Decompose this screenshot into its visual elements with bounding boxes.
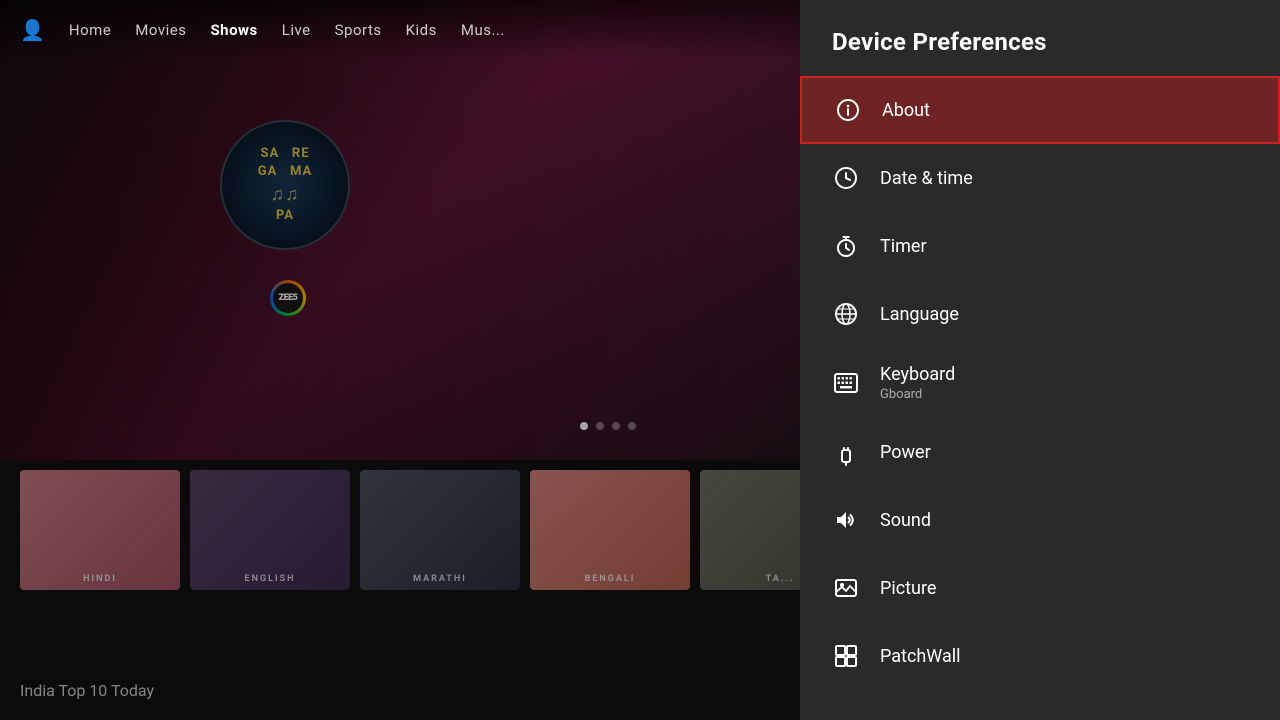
settings-item-language-label: Language bbox=[880, 304, 1248, 325]
settings-item-picture-label: Picture bbox=[880, 578, 1248, 599]
thumb-ta[interactable]: TA... bbox=[700, 470, 800, 590]
clock-icon bbox=[832, 164, 860, 192]
settings-item-patchwall-text: PatchWall bbox=[880, 646, 1248, 667]
carousel-dot-3[interactable] bbox=[612, 422, 620, 430]
navbar: 👤 Home Movies Shows Live Sports Kids Mus… bbox=[0, 0, 800, 60]
logo-line2: GA MA bbox=[258, 163, 313, 181]
settings-item-language-text: Language bbox=[880, 304, 1248, 325]
hero-logo: SA RE GA MA ♫♫ PA bbox=[220, 120, 350, 250]
settings-item-timer-text: Timer bbox=[880, 236, 1248, 257]
settings-item-datetime[interactable]: Date & time bbox=[800, 144, 1280, 212]
nav-sports[interactable]: Sports bbox=[335, 21, 382, 39]
zee5-badge: ZEE5 bbox=[270, 280, 306, 316]
thumb-marathi-label: MARATHI bbox=[360, 574, 520, 584]
settings-item-sound-label: Sound bbox=[880, 510, 1248, 531]
nav-shows[interactable]: Shows bbox=[210, 21, 257, 39]
carousel-dot-2[interactable] bbox=[596, 422, 604, 430]
picture-icon bbox=[832, 574, 860, 602]
india-top-label: India Top 10 Today bbox=[20, 681, 154, 700]
thumb-bengali[interactable]: BENGALI bbox=[530, 470, 690, 590]
hero-section: 👤 Home Movies Shows Live Sports Kids Mus… bbox=[0, 0, 800, 460]
settings-title: Device Preferences bbox=[800, 0, 1280, 76]
settings-panel: Device Preferences About bbox=[800, 0, 1280, 720]
content-below: HINDI ENGLISH MARATHI BENGALI TA... Indi… bbox=[0, 460, 800, 720]
nav-kids[interactable]: Kids bbox=[406, 21, 437, 39]
settings-item-about-text: About bbox=[882, 100, 1246, 121]
thumb-marathi[interactable]: MARATHI bbox=[360, 470, 520, 590]
background-content: 👤 Home Movies Shows Live Sports Kids Mus… bbox=[0, 0, 800, 720]
thumbnails: HINDI ENGLISH MARATHI BENGALI TA... bbox=[20, 470, 780, 590]
nav-live[interactable]: Live bbox=[282, 21, 311, 39]
settings-item-power-label: Power bbox=[880, 442, 1248, 463]
plug-icon bbox=[832, 438, 860, 466]
settings-item-datetime-text: Date & time bbox=[880, 168, 1248, 189]
thumb-ta-label: TA... bbox=[700, 574, 800, 584]
logo-line3: PA bbox=[276, 207, 294, 225]
stopwatch-icon bbox=[832, 232, 860, 260]
settings-item-picture[interactable]: Picture bbox=[800, 554, 1280, 622]
carousel-dot-1[interactable] bbox=[580, 422, 588, 430]
thumb-hindi-label: HINDI bbox=[20, 574, 180, 584]
zee5-label: ZEE5 bbox=[279, 293, 298, 303]
nav-movies[interactable]: Movies bbox=[135, 21, 186, 39]
thumb-bengali-label: BENGALI bbox=[530, 574, 690, 584]
info-circle-icon bbox=[834, 96, 862, 124]
thumb-english-label: ENGLISH bbox=[190, 574, 350, 584]
hero-overlay bbox=[0, 0, 800, 460]
settings-item-sound-text: Sound bbox=[880, 510, 1248, 531]
settings-item-language[interactable]: Language bbox=[800, 280, 1280, 348]
settings-item-about[interactable]: About bbox=[800, 76, 1280, 144]
settings-item-picture-text: Picture bbox=[880, 578, 1248, 599]
globe-icon bbox=[832, 300, 860, 328]
settings-item-keyboard-label: Keyboard bbox=[880, 364, 1248, 385]
settings-item-about-label: About bbox=[882, 100, 1246, 121]
user-icon: 👤 bbox=[20, 18, 45, 42]
thumb-hindi[interactable]: HINDI bbox=[20, 470, 180, 590]
nav-home[interactable]: Home bbox=[69, 21, 111, 39]
logo-line1: SA RE bbox=[260, 145, 309, 163]
settings-item-timer-label: Timer bbox=[880, 236, 1248, 257]
logo-music-note: ♫♫ bbox=[271, 182, 300, 207]
volume-icon bbox=[832, 506, 860, 534]
settings-item-power[interactable]: Power bbox=[800, 418, 1280, 486]
thumb-english[interactable]: ENGLISH bbox=[190, 470, 350, 590]
patchwall-icon bbox=[832, 642, 860, 670]
zee5-circle: ZEE5 bbox=[270, 280, 306, 316]
settings-list: About Date & time bbox=[800, 76, 1280, 716]
nav-music[interactable]: Mus... bbox=[461, 21, 505, 39]
settings-item-timer[interactable]: Timer bbox=[800, 212, 1280, 280]
settings-item-power-text: Power bbox=[880, 442, 1248, 463]
settings-item-patchwall[interactable]: PatchWall bbox=[800, 622, 1280, 690]
settings-item-keyboard-text: Keyboard Gboard bbox=[880, 364, 1248, 402]
settings-item-patchwall-label: PatchWall bbox=[880, 646, 1248, 667]
carousel-dot-4[interactable] bbox=[628, 422, 636, 430]
carousel-dots bbox=[580, 422, 636, 430]
settings-item-datetime-label: Date & time bbox=[880, 168, 1248, 189]
keyboard-icon bbox=[832, 369, 860, 397]
settings-item-sound[interactable]: Sound bbox=[800, 486, 1280, 554]
settings-item-keyboard-sublabel: Gboard bbox=[880, 387, 1248, 402]
settings-item-keyboard[interactable]: Keyboard Gboard bbox=[800, 348, 1280, 418]
